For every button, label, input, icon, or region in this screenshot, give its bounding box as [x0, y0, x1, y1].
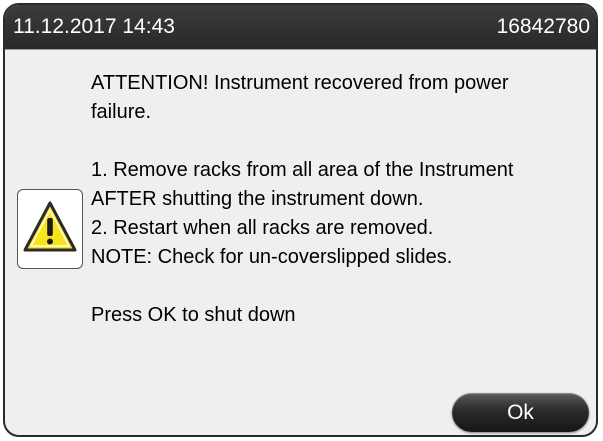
message-line: NOTE: Check for un-coverslipped slides. [91, 246, 453, 268]
message-line: 2. Restart when all racks are removed. [91, 217, 434, 239]
datetime-label: 11.12.2017 14:43 [13, 15, 175, 38]
warning-triangle-icon [23, 201, 77, 252]
message-line [91, 272, 596, 301]
message-line: AFTER shutting the instrument down. [91, 188, 424, 210]
message-line: 1. Remove racks from all area of the Ins… [91, 159, 514, 181]
title-bar: 11.12.2017 14:43 16842780 [5, 5, 596, 49]
id-label: 16842780 [496, 15, 590, 38]
message-line: ATTENTION! Instrument recovered from pow… [91, 72, 509, 94]
message-line: Press OK to shut down [91, 304, 296, 326]
message-text: ATTENTION! Instrument recovered from pow… [91, 69, 596, 330]
message-line: failure. [91, 101, 152, 123]
ok-button[interactable]: Ok [452, 393, 589, 432]
message-line [91, 127, 596, 156]
warning-icon-frame [17, 189, 83, 269]
alert-dialog: 11.12.2017 14:43 16842780 ATTENTION! Ins… [3, 3, 598, 437]
title-divider [5, 49, 596, 50]
